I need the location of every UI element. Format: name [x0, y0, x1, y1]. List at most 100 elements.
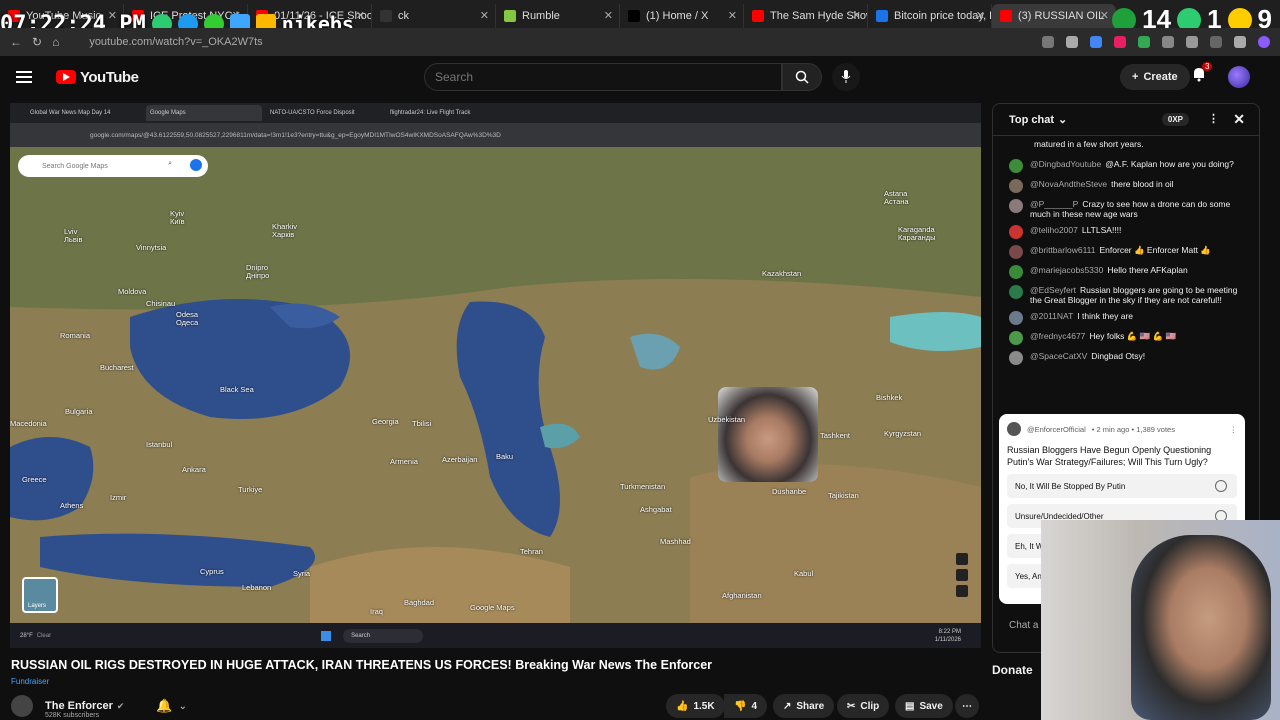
video-title: RUSSIAN OIL RIGS DESTROYED IN HUGE ATTAC… — [11, 658, 713, 672]
address-url[interactable]: youtube.com/watch?v=_OKA2W7ts — [89, 36, 262, 48]
account-avatar[interactable] — [1228, 66, 1250, 88]
search-input[interactable] — [435, 70, 781, 84]
puzzle-icon[interactable] — [1234, 36, 1246, 48]
install-icon[interactable] — [1042, 36, 1054, 48]
poll-menu-icon[interactable]: ⋮ — [1230, 425, 1238, 434]
profile-icon[interactable] — [1258, 36, 1270, 48]
bell-subscribe-icon[interactable]: 🔔 — [156, 698, 172, 714]
youtube-logo[interactable]: YouTube — [56, 69, 139, 86]
chat-menu-icon[interactable]: ⋮ — [1208, 112, 1219, 125]
clip-button[interactable]: ✂ Clip — [837, 694, 890, 718]
map-place-label: Одеса — [176, 318, 199, 327]
tab-favicon-icon — [380, 10, 392, 22]
map-place-label: Bucharest — [100, 363, 134, 372]
more-actions-button[interactable]: ⋯ — [955, 694, 979, 718]
home-icon[interactable]: ⌂ — [52, 35, 59, 49]
chat-message[interactable]: @2011NAT I think they are — [993, 308, 1259, 328]
browser-tab[interactable]: Rumble ✕ — [496, 4, 620, 28]
extension-icon[interactable] — [1114, 36, 1126, 48]
chat-message[interactable]: @P______P Crazy to see how a drone can do… — [993, 196, 1259, 222]
map-place-label: Vinnytsia — [136, 243, 167, 252]
chat-author[interactable]: @SpaceCatXV — [1030, 351, 1087, 361]
tab-label: (3) RUSSIAN OIL — [1018, 10, 1105, 22]
map-place-label: Ankara — [182, 465, 206, 474]
like-button[interactable]: 👍 1.5K — [666, 694, 725, 718]
close-tab-icon[interactable]: ✕ — [728, 9, 737, 22]
google-map[interactable]: Search Google Maps ⌕ Layers Kyiv Київ Khar… — [10, 147, 981, 623]
chat-mode-dropdown[interactable]: Top chat — [1009, 114, 1054, 126]
poll-option[interactable]: No, It Will Be Stopped By Putin — [1007, 474, 1237, 498]
chat-author[interactable]: @2011NAT — [1030, 311, 1073, 321]
fundraiser-link[interactable]: Fundraiser — [11, 677, 49, 686]
chat-message[interactable]: @DingbadYoutube @A.F. Kaplan how are you … — [993, 156, 1259, 176]
search-button[interactable] — [782, 63, 822, 91]
radio-button[interactable] — [1215, 480, 1227, 492]
chevron-down-icon[interactable]: ⌄ — [179, 701, 187, 712]
close-tab-icon[interactable]: ✕ — [356, 9, 365, 22]
taskbar-search-label: Search — [351, 632, 371, 639]
reload-icon[interactable]: ↻ — [32, 35, 42, 49]
chat-author[interactable]: @P______P — [1030, 199, 1078, 209]
save-button[interactable]: ▤ Save — [895, 694, 953, 718]
create-button[interactable]: + Create — [1120, 64, 1190, 90]
notifications-button[interactable]: 3 — [1192, 62, 1213, 87]
chat-author[interactable]: @NovaAndtheSteve — [1030, 179, 1107, 189]
my-location-icon[interactable] — [956, 553, 968, 565]
close-tab-icon[interactable]: ✕ — [1100, 9, 1109, 22]
browser-tab[interactable]: (1) Home / X ✕ — [620, 4, 744, 28]
map-search-icon[interactable]: ⌕ — [168, 160, 172, 168]
extension-icon[interactable] — [1090, 36, 1102, 48]
bookmark-star-icon[interactable] — [1066, 36, 1078, 48]
close-tab-icon[interactable]: ✕ — [480, 9, 489, 22]
chat-points-badge[interactable]: 0XP — [1161, 113, 1189, 126]
voice-search-button[interactable] — [832, 63, 860, 91]
chat-message[interactable]: @NovaAndtheSteve there blood in oil — [993, 176, 1259, 196]
channel-avatar[interactable] — [11, 695, 33, 717]
chat-message[interactable]: @mariejacobs5330 Hello there AFKaplan — [993, 262, 1259, 282]
browser-tab[interactable]: ck ✕ — [372, 4, 496, 28]
close-tab-icon[interactable]: ✕ — [852, 9, 861, 22]
chat-author[interactable]: @EdSeyfert — [1030, 285, 1076, 295]
dislike-button[interactable]: 👎 4 — [724, 694, 768, 718]
map-place-label: Armenia — [390, 457, 418, 466]
extension-icon[interactable] — [1162, 36, 1174, 48]
chat-message[interactable]: matured in a few short years. — [993, 136, 1259, 156]
chat-input[interactable]: Chat a — [1009, 620, 1038, 631]
close-tab-icon[interactable]: ✕ — [976, 9, 985, 22]
chat-author[interactable]: @teliho2007 — [1030, 225, 1078, 235]
extension-icon[interactable] — [1186, 36, 1198, 48]
chat-message[interactable]: @frednyc4677 Hey folks 💪 🇺🇸 💪 🇺🇸 — [993, 328, 1259, 348]
close-icon[interactable]: ✕ — [1233, 111, 1245, 128]
back-icon[interactable]: ← — [10, 35, 22, 49]
chat-author[interactable]: @DingbadYoutube — [1030, 159, 1101, 169]
layers-button[interactable]: Layers — [22, 577, 58, 613]
map-search-box[interactable]: Search Google Maps ⌕ — [18, 155, 208, 177]
chat-author[interactable]: @frednyc4677 — [1030, 331, 1085, 341]
chat-message[interactable]: @EdSeyfert Russian bloggers are going to … — [993, 282, 1259, 308]
channel-name[interactable]: The Enforcer — [45, 700, 113, 712]
browser-tab[interactable]: Bitcoin price today, B ✕ — [868, 4, 992, 28]
shared-tab-label: flightradar24: Live Flight Track — [390, 110, 471, 116]
poll-author-avatar — [1007, 422, 1021, 436]
map-zoom-controls — [956, 553, 968, 613]
video-player[interactable]: Global War News Map Day 14 Google Maps NAT… — [10, 103, 981, 648]
chat-author[interactable]: @mariejacobs5330 — [1030, 265, 1103, 275]
share-button[interactable]: ↗ Share — [773, 694, 835, 718]
close-tab-icon[interactable]: ✕ — [604, 9, 613, 22]
chat-message[interactable]: @brittbarlow6111 Enforcer 👍 Enforcer Matt… — [993, 242, 1259, 262]
chat-author[interactable]: @brittbarlow6111 — [1030, 245, 1096, 255]
search-box[interactable] — [424, 63, 782, 91]
extension-icon[interactable] — [1210, 36, 1222, 48]
hamburger-menu-icon[interactable] — [16, 71, 32, 83]
zoom-in-button[interactable] — [956, 569, 968, 581]
zoom-out-button[interactable] — [956, 585, 968, 597]
browser-tab[interactable]: (3) RUSSIAN OIL ✕ — [992, 4, 1116, 28]
map-place-label: Iraq — [370, 607, 383, 616]
chat-header: Top chat ⌄ 0XP ⋮ ✕ — [993, 104, 1259, 136]
chat-message[interactable]: @teliho2007 LLTLSA!!!! — [993, 222, 1259, 242]
chat-message[interactable]: @SpaceCatXV Dingbad Otsy! — [993, 348, 1259, 368]
chevron-down-icon[interactable]: ⌄ — [1058, 113, 1067, 126]
extension-icon[interactable] — [1138, 36, 1150, 48]
browser-tab[interactable]: The Sam Hyde Show ✕ — [744, 4, 868, 28]
directions-icon[interactable] — [190, 159, 202, 171]
